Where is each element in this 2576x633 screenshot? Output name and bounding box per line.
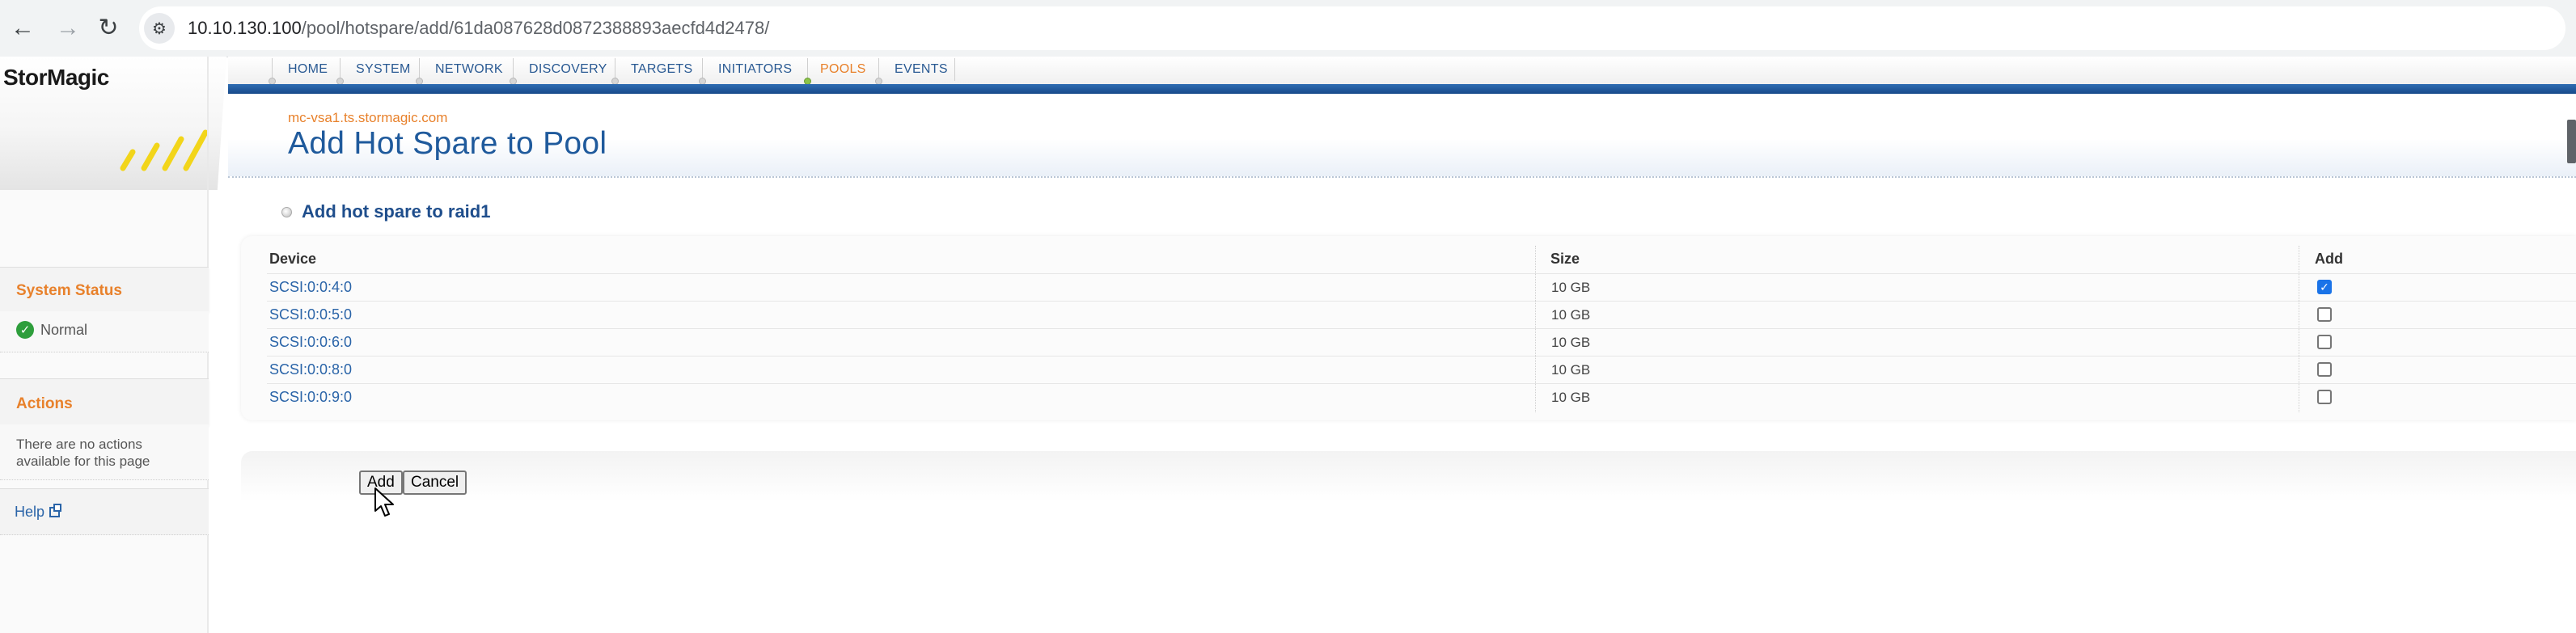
- system-status-box: System Status: [0, 267, 209, 312]
- system-status-title: System Status: [16, 282, 122, 299]
- system-status-value: Normal: [40, 321, 88, 338]
- add-checkbox-row-5[interactable]: [2317, 390, 2332, 404]
- nav-separator: [954, 58, 955, 81]
- row-divider: [267, 328, 2576, 329]
- back-arrow-icon: ←: [11, 15, 35, 41]
- actions-body: There are no actions available for this …: [0, 424, 209, 480]
- stormagic-logo-mark-icon: [120, 129, 209, 171]
- row-divider: [267, 356, 2576, 357]
- url-host: 10.10.130.100: [188, 18, 302, 38]
- url-text[interactable]: 10.10.130.100/pool/hotspare/add/61da0876…: [188, 18, 769, 39]
- url-path: /pool/hotspare/add/61da087628d0872388893…: [301, 18, 770, 38]
- tab-events[interactable]: EVENTS: [895, 57, 948, 82]
- tab-home[interactable]: HOME: [288, 57, 328, 82]
- size-cell-row-3: 10 GB: [1551, 335, 1591, 350]
- help-box: Help: [0, 488, 209, 535]
- tab-pools[interactable]: POOLS: [820, 57, 866, 82]
- tab-network[interactable]: NETWORK: [435, 57, 503, 82]
- panel-title: Add hot spare to raid1: [302, 201, 491, 222]
- forward-button[interactable]: →: [50, 11, 86, 46]
- forward-arrow-icon: →: [56, 15, 80, 41]
- tab-system[interactable]: SYSTEM: [356, 57, 411, 82]
- form-buttons-panel: [241, 451, 2576, 501]
- add-checkbox-row-4[interactable]: [2317, 362, 2332, 377]
- column-header-add: Add: [2315, 251, 2343, 267]
- nav-underline-band: [228, 84, 2576, 94]
- reload-icon: ↻: [98, 15, 119, 41]
- tab-initiators[interactable]: INITIATORS: [718, 57, 792, 82]
- column-header-device: Device: [269, 251, 317, 267]
- actions-box: Actions: [0, 378, 209, 425]
- page-title: Add Hot Spare to Pool: [288, 126, 607, 161]
- tune-icon: ⚙: [152, 19, 167, 38]
- help-label: Help: [15, 504, 45, 520]
- column-header-size: Size: [1550, 251, 1580, 267]
- external-window-icon: [49, 504, 62, 517]
- cancel-button[interactable]: Cancel: [403, 471, 467, 495]
- bullet-icon: [281, 207, 292, 217]
- size-cell-row-2: 10 GB: [1551, 307, 1591, 323]
- add-checkbox-row-1[interactable]: ✓: [2317, 280, 2332, 294]
- size-cell-row-1: 10 GB: [1551, 280, 1591, 295]
- host-name: mc-vsa1.ts.stormagic.com: [288, 110, 448, 125]
- device-link-row-2[interactable]: SCSI:0:0:5:0: [269, 306, 352, 323]
- device-link-row-4[interactable]: SCSI:0:0:8:0: [269, 361, 352, 378]
- mouse-cursor-icon: [374, 487, 394, 517]
- system-status-row: ✓ Normal: [16, 321, 87, 339]
- stormagic-logo[interactable]: StorMagic: [3, 65, 109, 91]
- row-divider: [267, 383, 2576, 384]
- tab-targets[interactable]: TARGETS: [631, 57, 692, 82]
- device-link-row-1[interactable]: SCSI:0:0:4:0: [269, 279, 352, 296]
- status-ok-icon: ✓: [16, 321, 34, 339]
- reload-button[interactable]: ↻: [91, 11, 126, 46]
- add-checkbox-row-2[interactable]: [2317, 307, 2332, 322]
- column-divider: [1535, 246, 1537, 412]
- back-button[interactable]: ←: [5, 11, 40, 46]
- row-divider: [267, 273, 2576, 274]
- help-link[interactable]: Help: [15, 504, 62, 521]
- row-divider: [267, 301, 2576, 302]
- size-cell-row-5: 10 GB: [1551, 390, 1591, 405]
- page-header: mc-vsa1.ts.stormagic.com Add Hot Spare t…: [228, 94, 2576, 178]
- address-bar[interactable]: ⚙ 10.10.130.100/pool/hotspare/add/61da08…: [139, 6, 2565, 50]
- tab-discovery[interactable]: DISCOVERY: [529, 57, 607, 82]
- scrollbar-thumb[interactable]: [2567, 120, 2576, 163]
- main-nav: HOME SYSTEM NETWORK DISCOVERY TARGETS IN…: [228, 57, 2576, 85]
- logo-area: StorMagic: [0, 57, 226, 190]
- size-cell-row-4: 10 GB: [1551, 362, 1591, 378]
- system-status-body: ✓ Normal: [0, 311, 209, 352]
- add-checkbox-row-3[interactable]: [2317, 335, 2332, 349]
- actions-title: Actions: [16, 395, 73, 412]
- device-link-row-3[interactable]: SCSI:0:0:6:0: [269, 334, 352, 351]
- actions-message: There are no actions available for this …: [16, 437, 150, 469]
- column-divider: [2299, 246, 2300, 412]
- browser-toolbar: ← → ↻ ⚙ 10.10.130.100/pool/hotspare/add/…: [0, 0, 2576, 57]
- device-link-row-5[interactable]: SCSI:0:0:9:0: [269, 389, 352, 406]
- site-info-icon[interactable]: ⚙: [144, 13, 175, 44]
